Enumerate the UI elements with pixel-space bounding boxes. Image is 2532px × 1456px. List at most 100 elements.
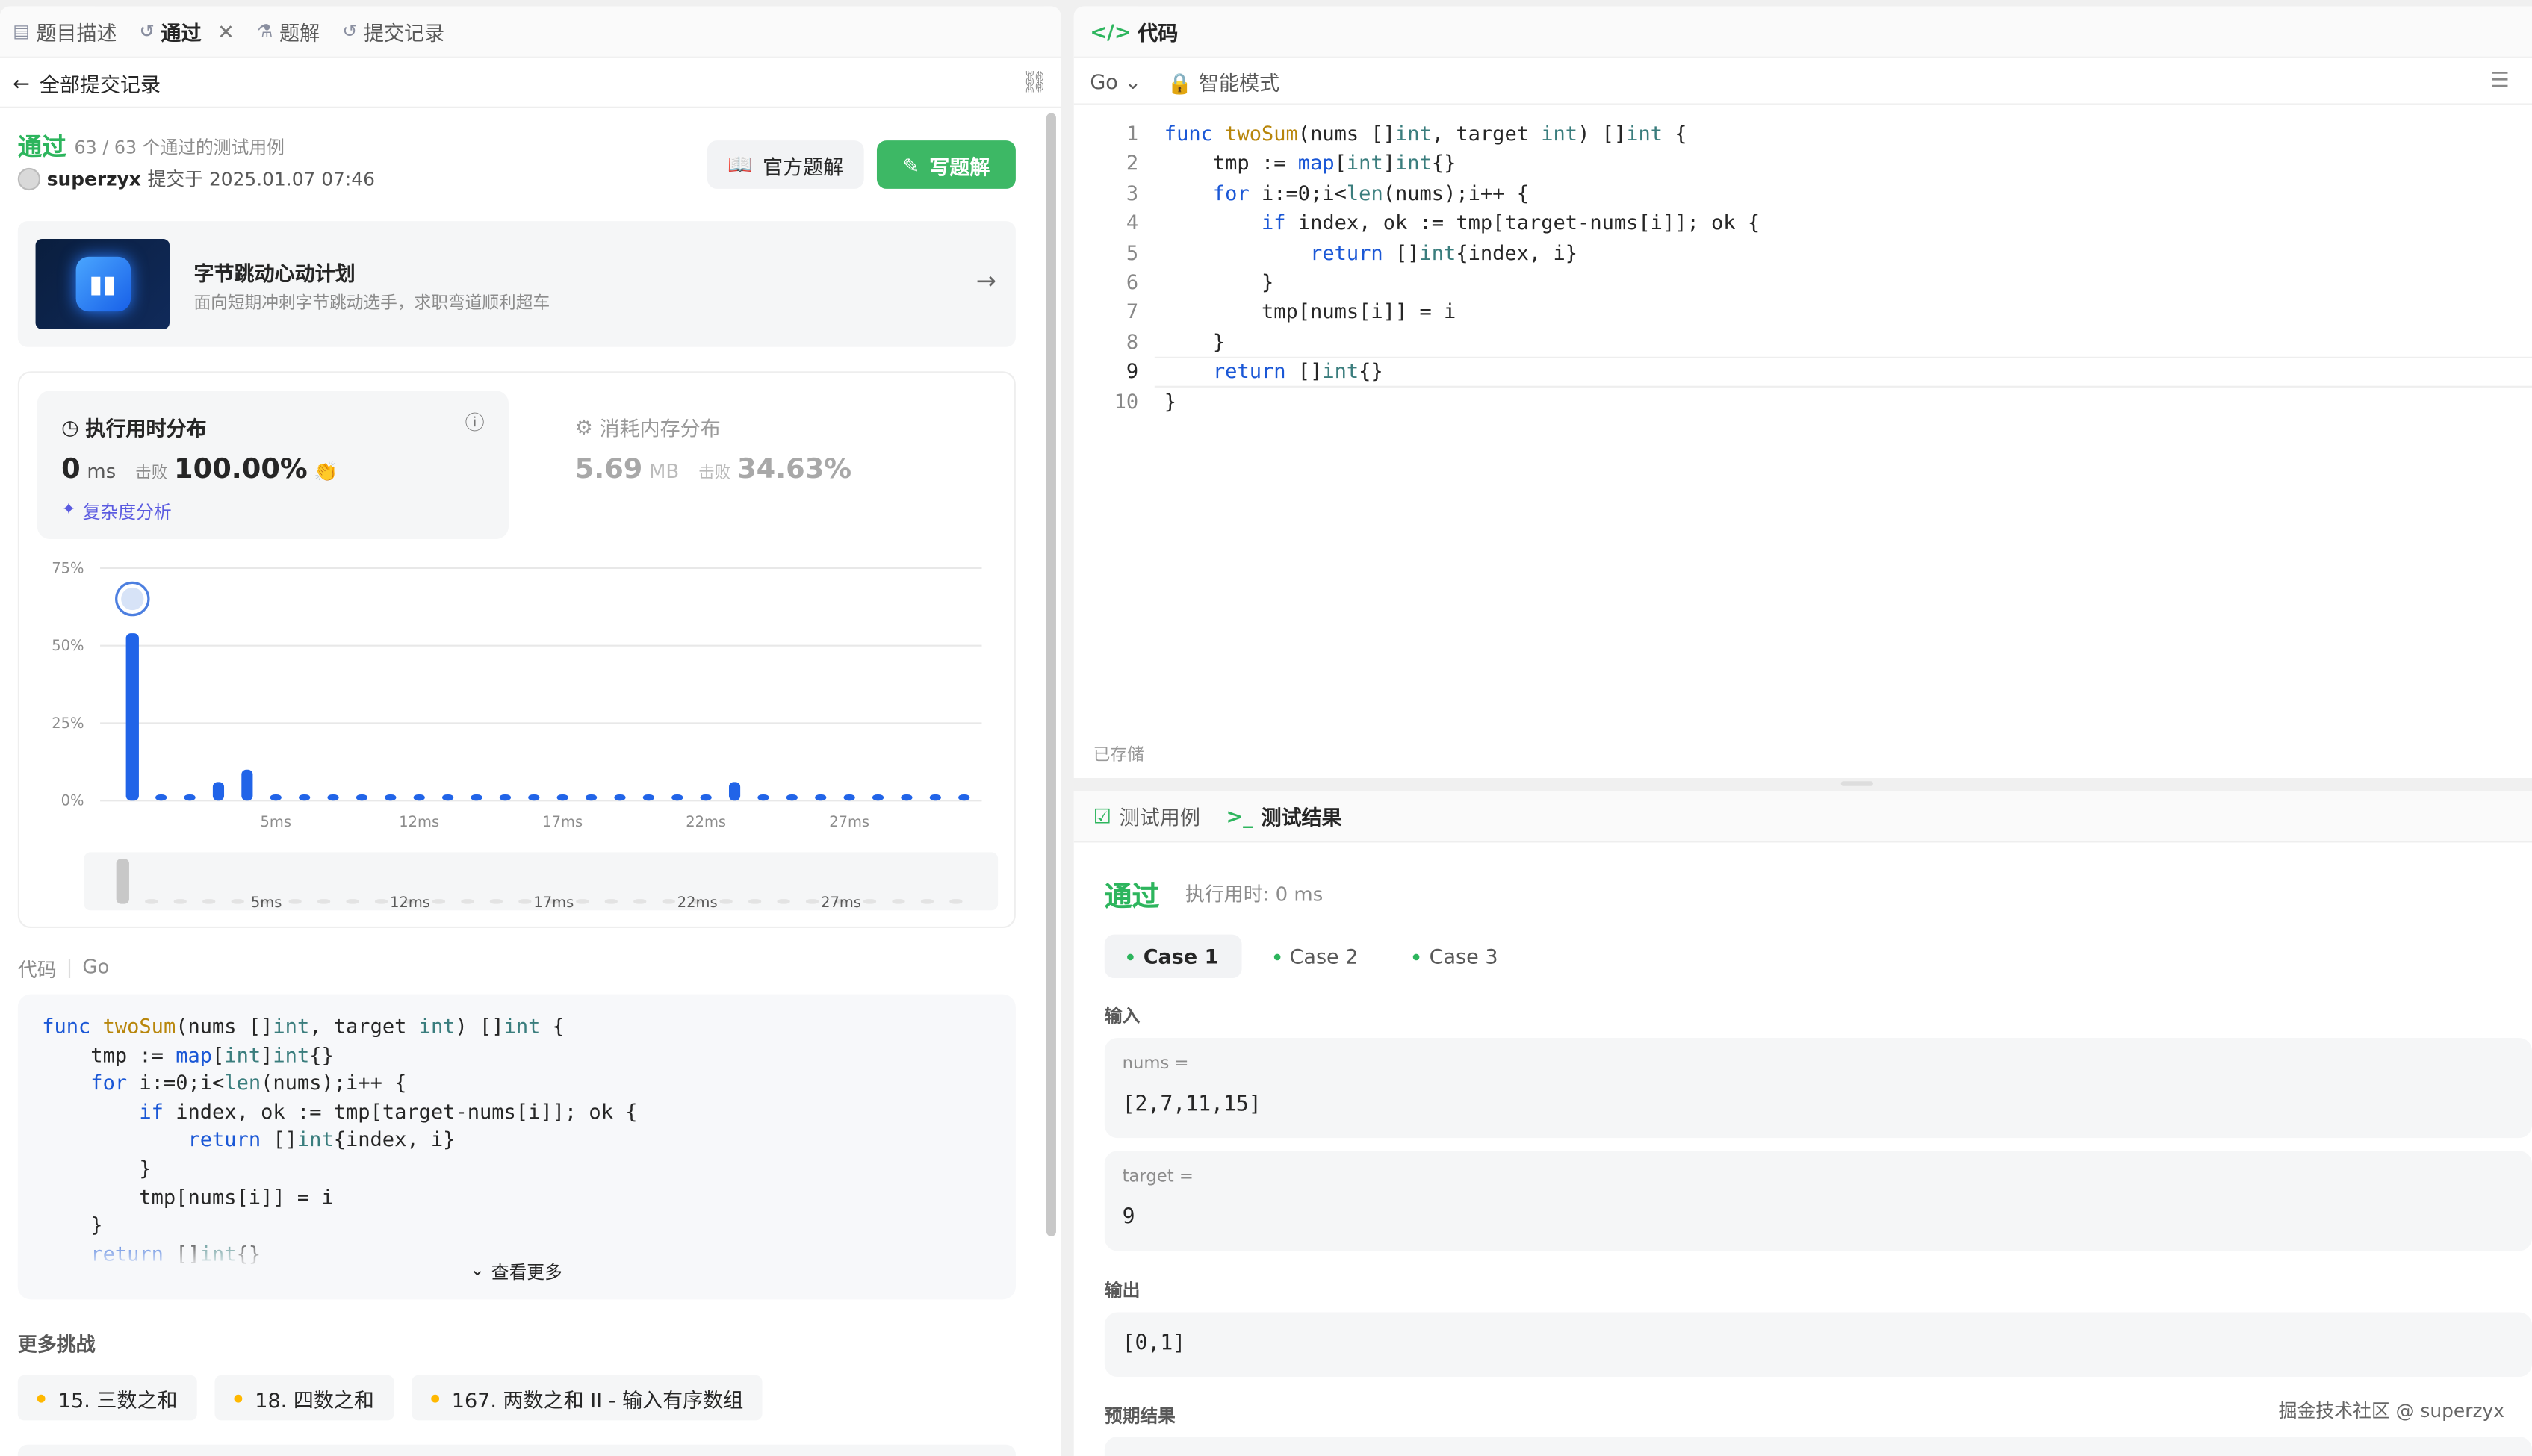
chart-bar (212, 782, 225, 801)
chart-bar (586, 794, 598, 801)
tab-test-results[interactable]: >_ 测试结果 (1226, 800, 1341, 831)
chart-bar (700, 794, 712, 801)
chart-bar (356, 794, 368, 801)
input-target: target = 9 (1104, 1151, 2532, 1251)
bar-chart-logo-icon: ▮▮ (75, 256, 131, 312)
chart-bar (843, 794, 855, 801)
chart-bar (642, 794, 654, 801)
horizontal-resize-handle[interactable] (1840, 781, 1873, 786)
format-icon[interactable]: ☰ (2491, 69, 2510, 93)
results-tab-bar: ☑ 测试用例 >_ 测试结果 (1073, 791, 2532, 843)
challenge-chip[interactable]: 167. 两数之和 II - 输入有序数组 (411, 1375, 763, 1421)
chart-bar (757, 794, 769, 801)
username[interactable]: superzyx (47, 168, 141, 190)
chart-bar (270, 794, 282, 801)
line-numbers: 1 2 3 4 5 6 7 8 9 10 (1103, 119, 1139, 417)
case-tab[interactable]: Case 1 (1104, 934, 1241, 979)
line-number: 2 (1126, 150, 1139, 175)
test-results-panel: ☑ 测试用例 >_ 测试结果 通过 执行用时: 0 ms Case 1 Case… (1073, 791, 2532, 1456)
history-icon: ↺ (342, 21, 358, 43)
link-icon[interactable]: ⛓ (1021, 71, 1048, 95)
x-tick-label: 22ms (686, 813, 726, 830)
avatar[interactable] (17, 167, 41, 191)
brush-bar (145, 899, 158, 904)
complexity-link[interactable]: ✦ 复杂度分析 (61, 499, 171, 525)
chart-bar (471, 794, 482, 801)
brush-bar (346, 899, 359, 904)
tab-solutions[interactable]: ⚗ 题解 (257, 16, 320, 47)
chevron-down-icon: ⌄ (470, 1259, 485, 1281)
case-tab[interactable]: Case 2 (1251, 935, 1381, 978)
runtime-value: 0 (61, 453, 81, 486)
chart-bar (728, 782, 741, 801)
tab-accepted[interactable]: ↺ 通过 ✕ (140, 16, 235, 47)
testcase-count: 63 / 63 个通过的测试用例 (74, 137, 285, 158)
chart-bar (241, 769, 253, 801)
left-tab-bar: ▤ 题目描述 ↺ 通过 ✕ ⚗ 题解 ↺ 提交记录 (0, 6, 1061, 58)
submission-panel: ▤ 题目描述 ↺ 通过 ✕ ⚗ 题解 ↺ 提交记录 ← 全部提交记录 ⛓ 通过 (0, 6, 1061, 1456)
write-solution-button[interactable]: ✎ 写题解 (876, 140, 1016, 189)
clock-icon: ◷ (61, 414, 79, 440)
scrollbar[interactable] (1046, 113, 1056, 1236)
tab-description[interactable]: ▤ 题目描述 (13, 16, 117, 47)
brush-tick-label: 12ms (390, 894, 430, 911)
challenge-chip[interactable]: 18. 四数之和 (214, 1375, 394, 1421)
history-icon: ↺ (139, 21, 155, 43)
chart-bar (125, 633, 139, 801)
brush-bar (317, 899, 331, 904)
official-solution-button[interactable]: 📖 官方题解 (707, 140, 864, 189)
language-select[interactable]: Go ⌄ (1090, 69, 1141, 93)
memory-value: 5.69 (574, 453, 643, 486)
smart-mode-toggle[interactable]: 🔒 智能模式 (1167, 66, 1279, 97)
code-icon: </> (1090, 19, 1132, 44)
see-more-button[interactable]: ⌄ 查看更多 (470, 1259, 562, 1285)
chart-bar (901, 794, 913, 801)
sparkle-icon: ✦ (61, 498, 77, 520)
arrow-right-icon[interactable]: → (976, 267, 996, 296)
expected-value (1104, 1437, 2532, 1456)
chart-bar (815, 794, 827, 801)
challenge-chip[interactable]: 15. 三数之和 (17, 1375, 197, 1421)
watermark: 掘金技术社区 @ superzyx (2278, 1399, 2504, 1422)
memory-card[interactable]: ⚙ 消耗内存分布 5.69 MB 击败 34.63% (550, 391, 970, 539)
editor-source[interactable]: func twoSum(nums []int, target int) []in… (1164, 119, 1760, 417)
terminal-icon: >_ (1226, 803, 1253, 829)
runtime-card[interactable]: ◷ 执行用时分布 ⓘ 0 ms 击败 100.00% 👏 ✦ 复杂度分析 (37, 391, 509, 540)
code-lang: Go (82, 955, 110, 979)
x-tick-label: 17ms (542, 813, 583, 830)
flask-icon: ⚗ (257, 21, 273, 43)
chart-bar (556, 794, 568, 801)
runtime-unit: ms (87, 460, 117, 483)
chart-bar (299, 794, 311, 801)
line-number: 5 (1126, 240, 1139, 264)
brush-bar (805, 899, 819, 904)
line-number: 1 (1126, 121, 1139, 146)
line-number: 4 (1126, 210, 1139, 234)
code-editor-panel: </> 代码 Go ⌄ 🔒 智能模式 ☰ 1 2 3 4 5 6 7 8 9 10 func tw… (1073, 6, 2532, 778)
tab-testcases[interactable]: ☑ 测试用例 (1093, 800, 1200, 831)
editor-toolbar: Go ⌄ 🔒 智能模式 ☰ (1073, 60, 2532, 105)
more-challenges-title: 更多挑战 (17, 1333, 96, 1356)
chart-bar (872, 794, 884, 801)
output-value: [0,1] (1104, 1312, 2532, 1378)
tab-submissions[interactable]: ↺ 提交记录 (342, 16, 444, 47)
close-icon[interactable]: ✕ (217, 19, 235, 43)
x-tick-label: 5ms (261, 813, 291, 830)
input-label: 输入 (1104, 1005, 1141, 1027)
back-arrow-icon[interactable]: ← (13, 71, 30, 95)
brush-bar (777, 899, 790, 904)
y-tick-label: 0% (61, 792, 84, 809)
code-editor[interactable]: 1 2 3 4 5 6 7 8 9 10 func twoSum(nums []int, targ… (1074, 119, 2532, 418)
beat-label: 击败 (135, 464, 168, 483)
runtime-distribution-chart[interactable]: 75% 50% 25% 0% 5ms 12ms 17ms 22ms 27ms 5ms 12ms 17m… (19, 542, 1017, 930)
brush-bar (374, 899, 388, 904)
runtime-title: 执行用时分布 (85, 416, 207, 441)
back-link[interactable]: 全部提交记录 (40, 68, 161, 99)
clap-icon: 👏 (314, 460, 338, 483)
vertical-resize-handle[interactable] (1063, 727, 1071, 756)
checkbox-icon: ☑ (1093, 803, 1111, 829)
promo-banner[interactable]: ▮▮ 字节跳动心动计划 面向短期冲刺字节跳动选手，求职弯道顺利超车 → (17, 221, 1016, 347)
code-header: </> 代码 (1073, 6, 2532, 58)
info-icon[interactable]: ⓘ (465, 408, 485, 436)
case-tab[interactable]: Case 3 (1391, 935, 1521, 978)
